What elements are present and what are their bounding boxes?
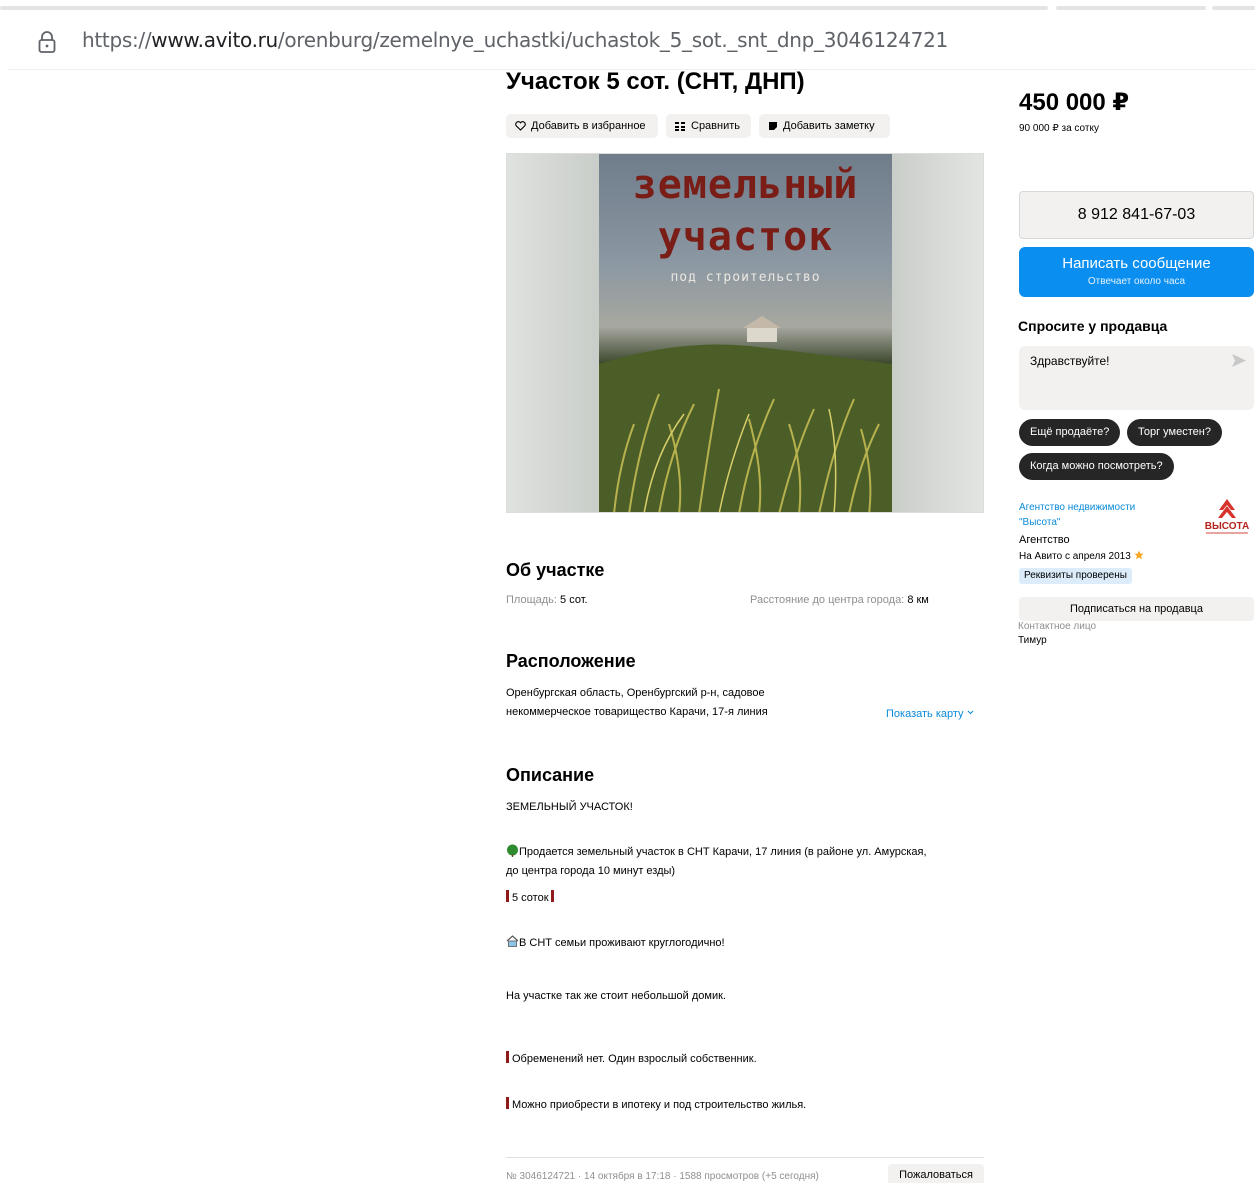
- quick-question-chip[interactable]: Ещё продаёте?: [1019, 419, 1121, 446]
- distance-label: Расстояние до центра города:: [750, 594, 905, 606]
- price-per-sotka: 90 000 ₽ за сотку: [1019, 123, 1099, 134]
- listing-title: Участок 5 сот. (СНТ, ДНП): [506, 68, 805, 95]
- poster-title-line1: земельный: [632, 162, 859, 208]
- add-to-favorites-label: Добавить в избранное: [531, 120, 646, 132]
- url-prefix: https://: [82, 28, 152, 52]
- subscribe-button[interactable]: Подписаться на продавца: [1019, 597, 1254, 621]
- show-map-link[interactable]: Показать карту: [886, 708, 974, 720]
- description-p6: Обременений нет. Один взрослый собственн…: [506, 1050, 986, 1069]
- bullet-mark: [506, 1097, 509, 1109]
- lock-icon[interactable]: [38, 30, 56, 54]
- description-p1: ЗЕМЕЛЬНЫЙ УЧАСТОК!: [506, 801, 633, 813]
- distance-row: Расстояние до центра города: 8 км: [750, 594, 929, 606]
- contact-label: Контактное лицо: [1018, 621, 1097, 632]
- listing-photo[interactable]: земельный участок под строительство: [506, 153, 984, 513]
- grass-field-illustration: [599, 316, 892, 512]
- ask-seller-text: Здравствуйте!: [1030, 354, 1110, 368]
- url-path: /orenburg/zemelnye_uchastki/uchastok_5_s…: [277, 28, 948, 52]
- url-text[interactable]: https://www.avito.ru/orenburg/zemelnye_u…: [82, 28, 948, 52]
- chevron-down-icon: [967, 710, 973, 715]
- add-note-label: Добавить заметку: [783, 120, 875, 132]
- contact-name: Тимур: [1018, 635, 1047, 646]
- address-bar[interactable]: https://www.avito.ru/orenburg/zemelnye_u…: [8, 18, 1255, 70]
- tab-strip-segment: [1212, 6, 1255, 10]
- agency-logo-text: ВЫСОТА: [1205, 521, 1249, 532]
- description-p4: В СНТ семьи проживают круглогодично!: [506, 934, 986, 953]
- photo-blur-left: [507, 154, 599, 512]
- url-host: www.avito.ru: [151, 28, 278, 52]
- bullet-mark: [506, 890, 509, 902]
- complain-button[interactable]: Пожаловаться: [888, 1164, 984, 1183]
- area-value: 5 сот.: [560, 594, 588, 606]
- seller-type: Агентство: [1019, 534, 1070, 546]
- description-p5: На участке так же стоит небольшой домик.: [506, 990, 726, 1002]
- verified-badge: Реквизиты проверены: [1019, 568, 1132, 584]
- about-heading: Об участке: [506, 560, 605, 580]
- heart-icon: [515, 121, 526, 131]
- seller-since: На Авито с апреля 2013: [1019, 550, 1144, 562]
- poster-title-line2: участок: [657, 214, 834, 260]
- description-p7: Можно приобрести в ипотеку и под строите…: [506, 1096, 986, 1115]
- price: 450 000 ₽: [1019, 89, 1130, 116]
- compare-label: Сравнить: [691, 120, 741, 132]
- add-note-button[interactable]: Добавить заметку: [759, 114, 890, 138]
- description-p2: Продается земельный участок в СНТ Карачи…: [506, 843, 986, 881]
- tab-strip-segment: [1056, 6, 1206, 10]
- note-icon: [769, 122, 777, 130]
- compare-icon: [675, 122, 685, 131]
- poster-subtitle: под строительство: [670, 270, 821, 285]
- house-icon: [506, 935, 519, 947]
- show-map-label: Показать карту: [886, 708, 964, 720]
- add-to-favorites-button[interactable]: Добавить в избранное: [506, 114, 658, 138]
- tree-icon: [507, 844, 518, 857]
- description-p2-line1: Продается земельный участок в СНТ Карачи…: [519, 846, 927, 858]
- write-message-label: Написать сообщение: [1062, 255, 1211, 272]
- compare-button[interactable]: Сравнить: [666, 114, 751, 138]
- ask-seller-input[interactable]: Здравствуйте!: [1019, 346, 1254, 410]
- bullet-mark: [550, 890, 554, 902]
- response-time: Отвечает около часа: [1087, 276, 1186, 287]
- photo-blur-right: [891, 154, 983, 512]
- tab-strip-segment: [0, 6, 1048, 10]
- quick-question-chip[interactable]: Когда можно посмотреть?: [1019, 453, 1174, 480]
- address-line-1: Оренбургская область, Оренбургский р-н, …: [506, 687, 765, 699]
- agency-logo[interactable]: ВЫСОТА: [1202, 498, 1252, 538]
- photo-poster: земельный участок под строительство: [599, 154, 892, 512]
- description-heading: Описание: [506, 765, 595, 785]
- send-icon[interactable]: [1232, 354, 1246, 367]
- seller-name-line1[interactable]: Агентство недвижимости: [1019, 502, 1135, 513]
- quick-question-chip[interactable]: Торг уместен?: [1127, 419, 1222, 446]
- description-p2-line2: до центра города 10 минут езды): [506, 865, 676, 877]
- seller-name-line2[interactable]: "Высота": [1019, 517, 1060, 528]
- description-p3: 5 соток: [506, 889, 986, 908]
- browser-tab-strip: [0, 0, 1255, 10]
- description-p7-text: Можно приобрести в ипотеку и под строите…: [512, 1099, 807, 1111]
- write-message-button[interactable]: Написать сообщение Отвечает около часа: [1019, 247, 1254, 297]
- footer-divider: [506, 1157, 984, 1158]
- description-p6-text: Обременений нет. Один взрослый собственн…: [512, 1053, 757, 1065]
- phone-button[interactable]: 8 912 841-67-03: [1019, 191, 1254, 239]
- description-p4-text: В СНТ семьи проживают круглогодично!: [519, 937, 725, 949]
- listing-meta: № 3046124721 · 14 октября в 17:18 · 1588…: [506, 1171, 819, 1182]
- ask-seller-heading: Спросите у продавца: [1018, 318, 1168, 334]
- distance-value: 8 км: [907, 594, 929, 606]
- area-label: Площадь:: [506, 594, 557, 606]
- description-p3-text: 5 соток: [512, 892, 549, 904]
- seller-since-text: На Авито с апреля 2013: [1019, 551, 1131, 562]
- location-heading: Расположение: [506, 651, 636, 671]
- area-row: Площадь: 5 сот.: [506, 594, 588, 606]
- address-line-2: некоммерческое товарищество Карачи, 17-я…: [506, 706, 768, 718]
- star-icon: [1133, 550, 1144, 560]
- bullet-mark: [506, 1051, 509, 1063]
